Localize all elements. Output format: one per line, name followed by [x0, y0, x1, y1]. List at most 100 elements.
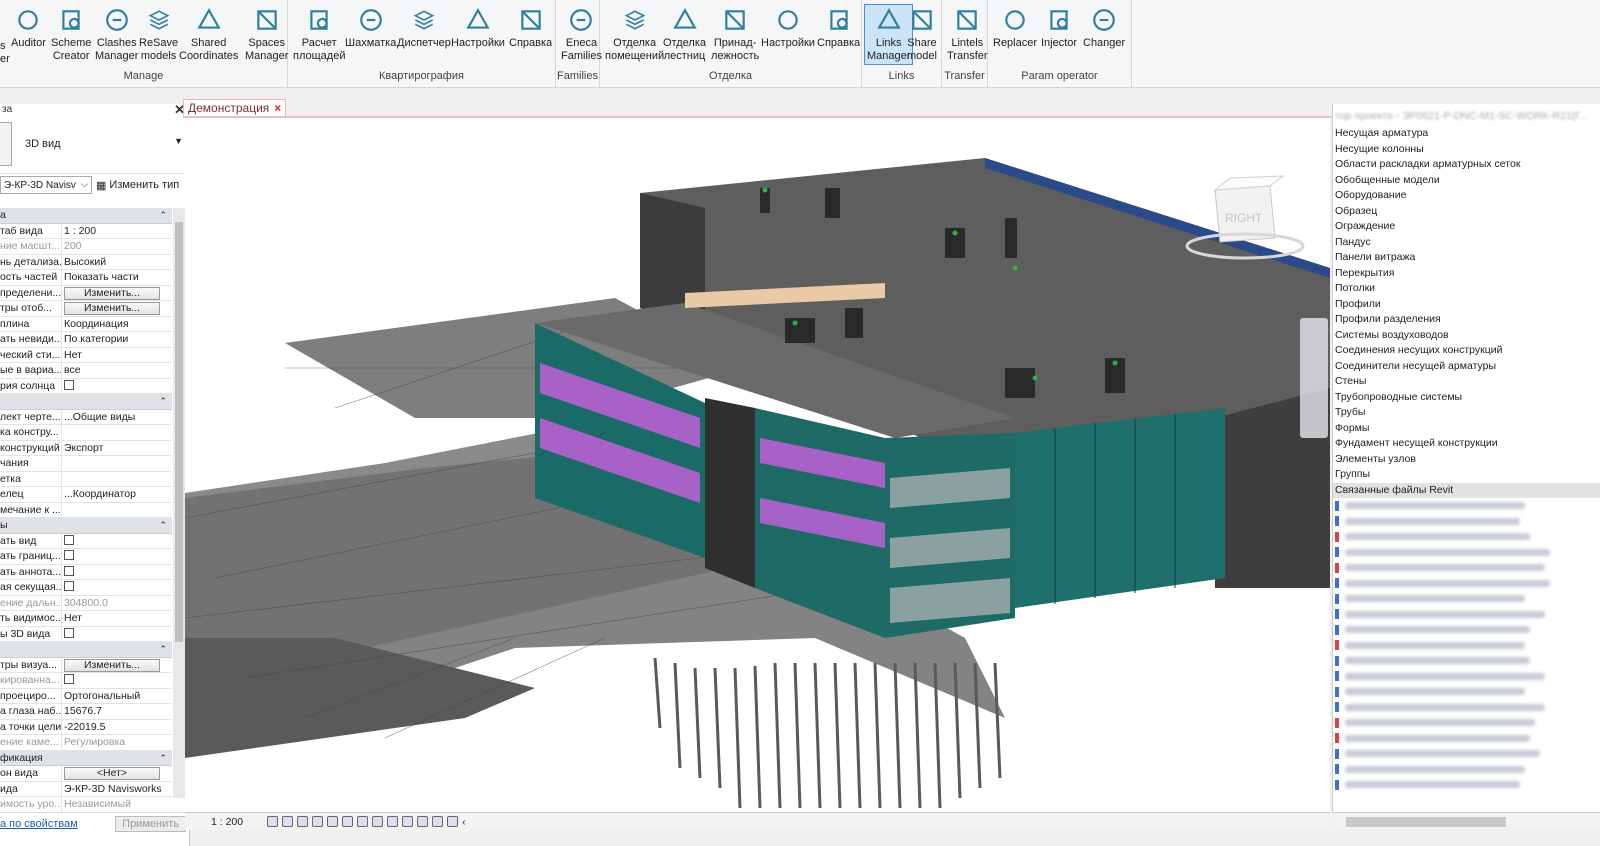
type-selector[interactable]: 3D вид ▼	[0, 118, 189, 174]
ribbon-button-настройки[interactable]: Настройки	[758, 4, 818, 52]
property-value[interactable]: все	[62, 363, 162, 378]
browser-item[interactable]: Оборудование	[1333, 188, 1600, 204]
sun-path-icon[interactable]	[297, 816, 309, 827]
close-icon[interactable]: ×	[274, 101, 281, 115]
ribbon-button-справка[interactable]: Справка	[814, 4, 863, 52]
property-value[interactable]	[62, 456, 162, 471]
property-value[interactable]	[62, 534, 162, 549]
property-checkbox[interactable]	[64, 379, 74, 390]
properties-section-header[interactable]: фикация ⌃	[0, 750, 172, 766]
browser-item[interactable]: Области раскладки арматурных сеток	[1333, 157, 1600, 173]
constraints-icon[interactable]	[447, 816, 459, 827]
property-value[interactable]	[62, 580, 162, 595]
browser-item[interactable]: Элементы узлов	[1333, 452, 1600, 468]
browser-item[interactable]: Фундамент несущей конструкции	[1333, 436, 1600, 452]
property-value[interactable]: Э-КР-3D Navisworks	[62, 782, 162, 797]
browser-linked-file[interactable]	[1333, 669, 1600, 685]
browser-item[interactable]: Образец	[1333, 204, 1600, 220]
chevron-down-icon[interactable]: ▼	[174, 136, 183, 146]
browser-item[interactable]: Ограждение	[1333, 219, 1600, 235]
browser-linked-file[interactable]	[1333, 777, 1600, 793]
property-value[interactable]	[62, 549, 162, 564]
scrollbar-thumb[interactable]	[1346, 817, 1506, 827]
property-value[interactable]: 15676.7	[62, 704, 162, 719]
collapse-icon[interactable]: ⌃	[159, 208, 167, 223]
view-scale[interactable]: 1 : 200	[211, 816, 243, 828]
property-value[interactable]: Изменить...	[62, 658, 162, 673]
property-value[interactable]	[62, 472, 162, 487]
crop-view-icon[interactable]	[342, 816, 354, 827]
ribbon-button-changer[interactable]: Changer	[1080, 4, 1128, 52]
browser-item-linked-files[interactable]: Связанные файлы Revit	[1333, 482, 1600, 498]
ribbon-button-injector[interactable]: Injector	[1038, 4, 1080, 52]
browser-linked-file[interactable]	[1333, 622, 1600, 638]
hide-isolate-icon[interactable]	[387, 816, 399, 827]
property-value[interactable]: -22019.5	[62, 720, 162, 735]
browser-item[interactable]: Пандус	[1333, 235, 1600, 251]
3d-viewport[interactable]: RIGHT	[185, 118, 1330, 812]
ribbon-button-replacer[interactable]: Replacer	[990, 4, 1040, 52]
reveal-hidden-icon[interactable]	[402, 816, 414, 827]
browser-linked-file[interactable]	[1333, 762, 1600, 778]
show-crop-icon[interactable]	[357, 816, 369, 827]
ribbon-button-auditor[interactable]: Auditor	[8, 4, 49, 52]
browser-item[interactable]: Формы	[1333, 421, 1600, 437]
property-value[interactable]: Нет	[62, 611, 162, 626]
property-value[interactable]: Независимый	[62, 797, 162, 812]
property-checkbox[interactable]	[64, 674, 74, 685]
collapse-icon[interactable]: ⌃	[159, 518, 167, 533]
properties-help-link[interactable]: а по свойствам	[0, 818, 78, 830]
browser-linked-file[interactable]	[1333, 529, 1600, 545]
browser-item[interactable]: Соединения несущих конструкций	[1333, 343, 1600, 359]
property-value[interactable]	[62, 673, 162, 688]
render-icon[interactable]	[327, 816, 339, 827]
browser-linked-file[interactable]	[1333, 700, 1600, 716]
browser-item[interactable]: Несущие колонны	[1333, 142, 1600, 158]
browser-linked-file[interactable]	[1333, 545, 1600, 561]
collapse-icon[interactable]: ⌃	[159, 394, 167, 409]
property-edit-button[interactable]: <Нет>	[64, 767, 160, 780]
ribbon-button-отделка[interactable]: Отделка лестниц	[660, 4, 709, 65]
ribbon-button-eneca[interactable]: Eneca Families	[558, 4, 605, 65]
ribbon-button-scheme[interactable]: Scheme Creator	[48, 4, 94, 65]
worksharing-icon[interactable]	[417, 816, 429, 827]
properties-section-header[interactable]: ⌃	[0, 642, 172, 658]
property-edit-button[interactable]: Изменить...	[64, 658, 160, 672]
ribbon-button-настройки[interactable]: Настройки	[448, 4, 508, 52]
browser-item[interactable]: Потолки	[1333, 281, 1600, 297]
properties-scrollbar[interactable]	[173, 208, 185, 798]
browser-linked-file[interactable]	[1333, 591, 1600, 607]
lock-view-icon[interactable]	[372, 816, 384, 827]
browser-linked-file[interactable]	[1333, 715, 1600, 731]
browser-linked-file[interactable]	[1333, 576, 1600, 592]
edit-type-button[interactable]: ▦ Изменить тип	[96, 179, 179, 192]
browser-item[interactable]: Перекрытия	[1333, 266, 1600, 282]
property-value[interactable]: Экспорт	[62, 441, 162, 456]
chevron-left-icon[interactable]: ‹	[462, 816, 466, 828]
analytical-model-icon[interactable]	[432, 816, 444, 827]
browser-linked-file[interactable]	[1333, 731, 1600, 747]
browser-linked-file[interactable]	[1333, 607, 1600, 623]
property-value[interactable]: <Нет>	[62, 766, 162, 781]
property-value[interactable]: ...Общие виды	[62, 410, 162, 425]
ribbon-button-отделка[interactable]: Отделка помещений	[602, 4, 667, 65]
property-value[interactable]: 200	[62, 239, 162, 254]
property-checkbox[interactable]	[64, 581, 74, 592]
property-checkbox[interactable]	[64, 565, 74, 576]
ribbon-button-share[interactable]: Share model	[904, 4, 940, 65]
browser-item[interactable]: Профили	[1333, 297, 1600, 313]
browser-linked-file[interactable]	[1333, 514, 1600, 530]
property-value[interactable]: 1 : 200	[62, 224, 162, 239]
navigation-bar[interactable]	[1300, 318, 1328, 438]
property-value[interactable]: Нет	[62, 348, 162, 363]
ribbon-button-шахматка[interactable]: Шахматка	[342, 4, 399, 52]
property-value[interactable]	[62, 503, 162, 518]
properties-section-header[interactable]: ы ⌃	[0, 518, 172, 534]
property-value[interactable]: Координация	[62, 317, 162, 332]
property-edit-button[interactable]: Изменить...	[64, 286, 160, 300]
ribbon-button-расчет[interactable]: Расчет площадей	[290, 4, 348, 65]
property-value[interactable]: Высокий	[62, 255, 162, 270]
ribbon-button-lintels[interactable]: Lintels Transfer	[944, 4, 991, 65]
property-edit-button[interactable]: Изменить...	[64, 302, 160, 315]
browser-linked-file[interactable]	[1333, 560, 1600, 576]
